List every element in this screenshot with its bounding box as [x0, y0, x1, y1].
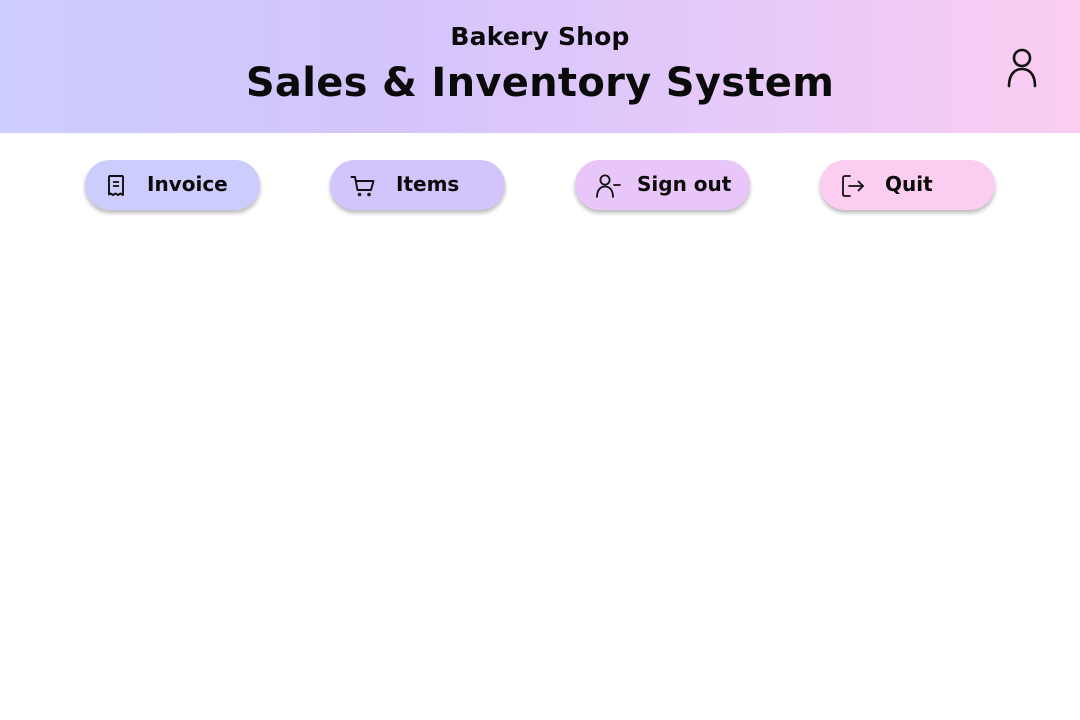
shop-name: Bakery Shop [450, 22, 630, 51]
exit-icon [840, 173, 866, 199]
app-title: Sales & Inventory System [245, 60, 835, 106]
cart-icon [350, 173, 376, 199]
user-icon[interactable] [1004, 47, 1040, 89]
sign-out-button[interactable]: Sign out [575, 160, 750, 210]
receipt-icon [104, 173, 130, 199]
quit-label: Quit [885, 172, 933, 196]
app-window: Bakery Shop Sales & Inventory System Inv… [0, 0, 1080, 720]
quit-button[interactable]: Quit [820, 160, 995, 210]
items-label: Items [396, 172, 460, 196]
invoice-label: Invoice [147, 172, 228, 196]
items-button[interactable]: Items [330, 160, 505, 210]
user-minus-icon [595, 173, 621, 199]
sign-out-label: Sign out [637, 172, 732, 196]
invoice-button[interactable]: Invoice [85, 160, 260, 210]
header-banner: Bakery Shop Sales & Inventory System [0, 0, 1080, 133]
content-area [0, 230, 1080, 720]
